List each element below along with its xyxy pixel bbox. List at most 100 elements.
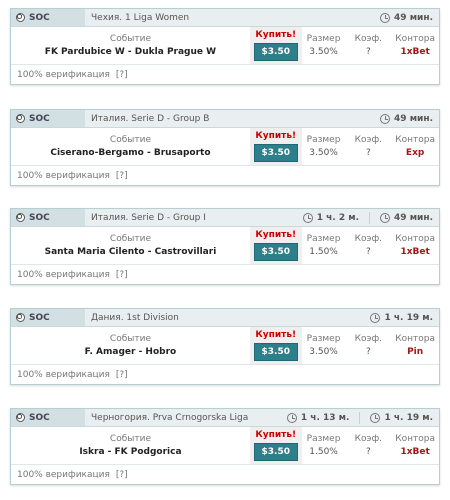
- timer-value: 1 ч. 19 м.: [384, 312, 433, 323]
- verification-text: 100% верификация: [17, 170, 110, 181]
- league-name: Италия. Serie D - Group I: [91, 212, 206, 223]
- bookmaker-column: Контора 1xBet: [391, 27, 439, 64]
- buy-column: Купить! $3.50: [249, 327, 302, 364]
- bookmaker-name: Exp: [405, 148, 425, 158]
- card-body: Событие F. Amager - Hobro Купить! $3.50 …: [11, 327, 439, 365]
- tip-card: SOC Чехия. 1 Liga Women 49 мин. Событие …: [10, 8, 440, 85]
- card-header: SOC Италия. Serie D - Group I 1 ч. 2 м. 4…: [11, 209, 439, 227]
- event-column: Событие Santa Maria Cilento - Castrovill…: [11, 227, 250, 264]
- size-label: Размер: [306, 34, 341, 44]
- sport-tag: SOC: [11, 309, 85, 326]
- tip-card: SOC Италия. Serie D - Group B 49 мин. Со…: [10, 109, 440, 186]
- buy-button[interactable]: $3.50: [253, 144, 298, 162]
- timer-value: 49 мин.: [394, 212, 433, 223]
- bookmaker-name: 1xBet: [400, 447, 430, 457]
- league-name: Италия. Serie D - Group B: [91, 113, 210, 124]
- card-footer: 100% верификация [?]: [11, 365, 439, 384]
- event-column: Событие Ciserano-Bergamo - Brusaporto: [11, 128, 250, 165]
- card-footer: 100% верификация [?]: [11, 465, 439, 484]
- bookmaker-column: Контора 1xBet: [391, 227, 439, 264]
- bookmaker-label: Контора: [395, 334, 435, 344]
- time-remaining: 49 мин.: [380, 113, 439, 124]
- event-label: Событие: [109, 34, 151, 44]
- event-column: Событие F. Amager - Hobro: [11, 327, 250, 364]
- event-name[interactable]: Iskra - FK Podgorica: [79, 447, 181, 457]
- sport-label: SOC: [29, 312, 50, 323]
- bookmaker-label: Контора: [395, 34, 435, 44]
- time-remaining: 1 ч. 19 м.: [370, 312, 439, 323]
- time-remaining: 1 ч. 13 м. 1 ч. 19 м.: [286, 411, 439, 424]
- clock-icon: [370, 312, 381, 323]
- event-label: Событие: [109, 135, 151, 145]
- coef-value: ?: [365, 247, 371, 257]
- timer-value: 49 мин.: [394, 12, 433, 23]
- card-header: SOC Черногория. Prva Crnogorska Liga 1 ч…: [11, 409, 439, 427]
- buy-label: Купить!: [255, 430, 297, 440]
- size-label: Размер: [306, 434, 341, 444]
- buy-column: Купить! $3.50: [249, 27, 302, 64]
- size-value: 1.50%: [309, 447, 338, 457]
- timer-value: 49 мин.: [394, 113, 433, 124]
- event-name[interactable]: FK Pardubice W - Dukla Prague W: [45, 47, 216, 57]
- verification-text: 100% верификация: [17, 369, 110, 380]
- timer-separator: [369, 211, 371, 224]
- timer-value: 1 ч. 19 м.: [384, 412, 433, 423]
- coef-label: Коэф.: [354, 135, 383, 145]
- sport-tag: SOC: [11, 209, 85, 226]
- bookmaker-column: Контора Exp: [391, 128, 439, 165]
- size-label: Размер: [306, 135, 341, 145]
- soccer-ball-icon: [16, 213, 25, 222]
- size-value: 3.50%: [309, 47, 338, 57]
- card-footer: 100% верификация [?]: [11, 166, 439, 185]
- league-name: Черногория. Prva Crnogorska Liga: [91, 412, 249, 423]
- buy-label: Купить!: [255, 131, 297, 141]
- coef-label: Коэф.: [354, 334, 383, 344]
- verification-help-link[interactable]: [?]: [116, 470, 128, 480]
- event-name[interactable]: Santa Maria Cilento - Castrovillari: [45, 247, 217, 257]
- verification-help-link[interactable]: [?]: [116, 370, 128, 380]
- sport-label: SOC: [29, 113, 50, 124]
- timer-value: 1 ч. 2 м.: [316, 212, 360, 223]
- buy-button[interactable]: $3.50: [253, 243, 298, 261]
- time-remaining: 1 ч. 2 м. 49 мин.: [302, 211, 439, 224]
- clock-icon: [370, 412, 381, 423]
- size-value: 3.50%: [309, 347, 338, 357]
- verification-help-link[interactable]: [?]: [116, 171, 128, 181]
- card-header: SOC Дания. 1st Division 1 ч. 19 м.: [11, 309, 439, 327]
- event-name[interactable]: F. Amager - Hobro: [85, 347, 177, 357]
- event-label: Событие: [109, 334, 151, 344]
- coef-column: Коэф. ?: [345, 128, 391, 165]
- soccer-ball-icon: [16, 114, 25, 123]
- timer-value: 1 ч. 13 м.: [300, 412, 350, 423]
- size-column: Размер 1.50%: [302, 427, 346, 464]
- verification-text: 100% верификация: [17, 69, 110, 80]
- sport-label: SOC: [29, 12, 50, 23]
- card-footer: 100% верификация [?]: [11, 265, 439, 284]
- time-remaining: 49 мин.: [380, 12, 439, 23]
- buy-label: Купить!: [255, 30, 297, 40]
- buy-button[interactable]: $3.50: [253, 443, 298, 461]
- verification-help-link[interactable]: [?]: [116, 270, 128, 280]
- coef-value: ?: [365, 47, 371, 57]
- tip-card: SOC Дания. 1st Division 1 ч. 19 м. Событ…: [10, 308, 440, 385]
- bookmaker-name: 1xBet: [400, 47, 430, 57]
- buy-button[interactable]: $3.50: [253, 343, 298, 361]
- bookmaker-column: Контора Pin: [391, 327, 439, 364]
- event-label: Событие: [109, 234, 151, 244]
- clock-icon: [286, 412, 297, 423]
- buy-column: Купить! $3.50: [249, 128, 302, 165]
- buy-column: Купить! $3.50: [249, 227, 302, 264]
- buy-label: Купить!: [255, 330, 297, 340]
- card-footer: 100% верификация [?]: [11, 65, 439, 84]
- size-value: 1.50%: [309, 247, 338, 257]
- verification-text: 100% верификация: [17, 469, 110, 480]
- event-column: Событие FK Pardubice W - Dukla Prague W: [11, 27, 250, 64]
- size-column: Размер 3.50%: [302, 327, 346, 364]
- clock-icon: [380, 212, 391, 223]
- buy-button[interactable]: $3.50: [253, 43, 298, 61]
- size-column: Размер 3.50%: [302, 27, 346, 64]
- clock-icon: [380, 113, 391, 124]
- event-name[interactable]: Ciserano-Bergamo - Brusaporto: [50, 148, 210, 158]
- verification-help-link[interactable]: [?]: [116, 70, 128, 80]
- league-name: Чехия. 1 Liga Women: [91, 12, 190, 23]
